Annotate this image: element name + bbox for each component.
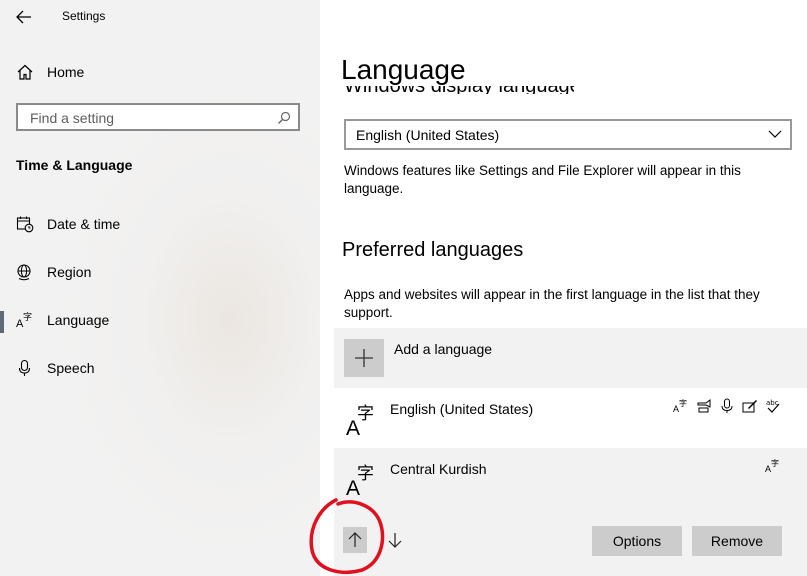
sidebar-item-label: Date & time: [47, 216, 121, 232]
page-title: Language: [341, 54, 466, 85]
chevron-down-icon: [768, 130, 782, 138]
display-language-description: Windows features like Settings and File …: [344, 163, 741, 196]
arrow-up-icon: [348, 532, 362, 547]
language-glyph-icon: A 字: [346, 464, 374, 496]
microphone-icon: [18, 359, 31, 376]
back-button[interactable]: [12, 6, 36, 28]
section-title: Time & Language: [16, 157, 133, 173]
scrolled-heading: Windows display language: [344, 86, 574, 94]
sidebar-item-date-time[interactable]: Date & time: [0, 205, 320, 245]
sidebar-item-language[interactable]: A 字 Language: [0, 301, 320, 341]
sidebar-item-label: Speech: [47, 360, 95, 376]
display-language-icon: A 字: [765, 458, 779, 474]
svg-text:字: 字: [771, 458, 779, 468]
language-icon: A 字: [16, 311, 32, 329]
preferred-languages-heading: Preferred languages: [342, 239, 524, 261]
arrow-down-icon: [388, 533, 402, 548]
home-icon: [17, 64, 33, 80]
search-box[interactable]: [16, 103, 300, 131]
language-item-english[interactable]: A 字 English (United States) A 字 abc: [334, 388, 807, 448]
sidebar-item-speech[interactable]: Speech: [0, 349, 320, 389]
dropdown-value: English (United States): [356, 127, 500, 143]
sidebar-item-label: Home: [47, 64, 85, 80]
svg-text:字: 字: [357, 404, 374, 424]
svg-text:字: 字: [357, 464, 374, 484]
text-to-speech-icon: [697, 399, 711, 413]
language-item-central-kurdish[interactable]: A 字 Central Kurdish A 字 Options Remove: [334, 448, 807, 576]
scrolled-heading-text: Windows display language: [344, 86, 574, 94]
calendar-clock-icon: [16, 216, 34, 233]
sidebar-item-region[interactable]: Region: [0, 253, 320, 293]
sidebar-item-label: Region: [47, 264, 92, 280]
search-icon[interactable]: [277, 111, 291, 125]
add-language-button[interactable]: Add a language: [334, 328, 807, 388]
svg-text:字: 字: [679, 398, 687, 408]
add-language-label: Add a language: [394, 341, 493, 357]
remove-button[interactable]: Remove: [692, 526, 782, 556]
spell-check-icon: abc: [766, 399, 780, 413]
speech-recognition-icon: [721, 398, 733, 413]
preferred-languages-description: Apps and websites will appear in the fir…: [344, 287, 760, 320]
display-language-dropdown[interactable]: English (United States): [344, 119, 792, 150]
move-down-button[interactable]: [383, 527, 407, 553]
language-name: Central Kurdish: [390, 461, 487, 477]
sidebar-item-label: Language: [47, 312, 110, 328]
sidebar: Settings Home Time & Language Date & tim…: [0, 0, 320, 576]
display-language-icon: A 字: [673, 398, 687, 414]
language-glyph-icon: A 字: [346, 404, 374, 436]
app-title: Settings: [62, 9, 106, 23]
svg-text:字: 字: [23, 311, 32, 323]
language-name: English (United States): [390, 401, 534, 417]
title-bar: Settings: [0, 0, 320, 34]
options-button[interactable]: Options: [592, 526, 682, 556]
globe-icon: [17, 264, 31, 281]
plus-icon: [355, 349, 373, 367]
sidebar-item-home[interactable]: Home: [0, 53, 320, 93]
move-up-button[interactable]: [343, 527, 367, 553]
plus-tile: [344, 339, 384, 377]
main-content: Language Windows display language Englis…: [320, 0, 807, 576]
search-input[interactable]: [28, 108, 272, 128]
arrow-left-icon: [16, 10, 31, 24]
handwriting-icon: [742, 400, 757, 413]
